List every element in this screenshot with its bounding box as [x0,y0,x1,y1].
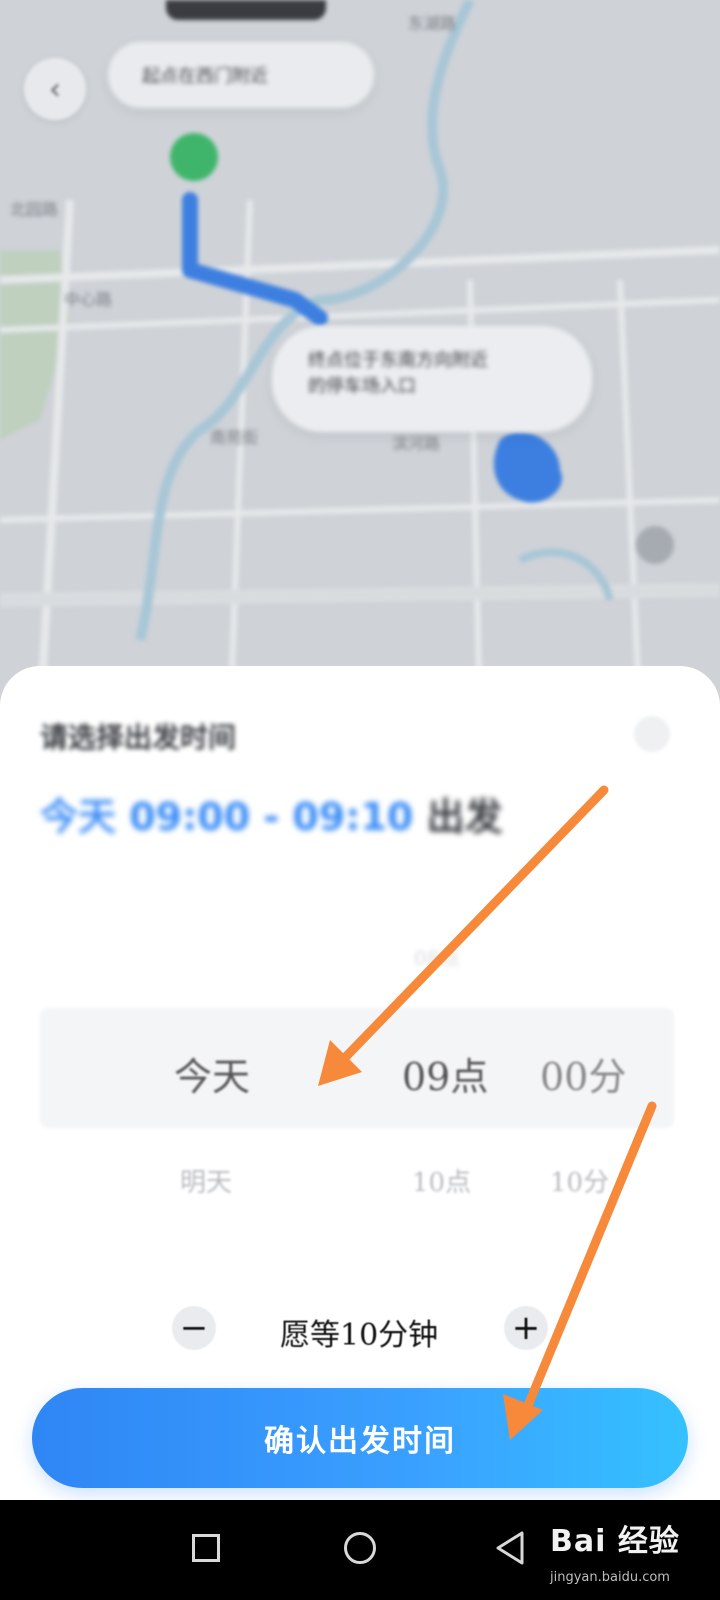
end-location-bubble: 终点位于东南方向附近 的停车场入口 [272,326,592,432]
day-option-selected[interactable]: 今天 [174,1046,250,1101]
wait-time-label: 愿等10分钟 [280,1318,439,1353]
home-icon[interactable] [344,1532,376,1564]
map-place-label: 东湖路 [408,14,457,33]
map-place-label: 中心路 [64,290,113,309]
time-range-suffix: 出发 [426,795,503,839]
hour-option-selected[interactable]: 09点 [402,1046,488,1101]
system-navigation-bar: Bai 经验 jingyan.baidu.com [0,1500,720,1600]
hour-option-next[interactable]: 10点 [412,1162,471,1199]
map-view[interactable]: ‹ 起点在西门附近 终点位于东南方向附近 的停车场入口 北园路 中心路 滨河路 … [0,0,720,720]
hour-option-prev[interactable]: 08点 [414,942,459,971]
selected-time-range: 今天 09:00 - 09:10 出发 [40,786,503,841]
watermark-title: Bai 经验 [550,1524,680,1559]
time-range-value: 今天 09:00 - 09:10 [40,795,414,839]
confirm-departure-button[interactable]: 确认出发时间 [32,1388,688,1488]
back-triangle-icon[interactable] [494,1530,526,1566]
watermark-url: jingyan.baidu.com [550,1570,670,1585]
minute-option-next[interactable]: 10分 [550,1162,609,1199]
start-location-bubble: 起点在西门附近 [108,42,374,108]
end-bubble-line-2: 的停车场入口 [308,376,416,397]
back-button[interactable]: ‹ [24,58,86,120]
minute-option-selected[interactable]: 00分 [540,1046,626,1101]
map-place-label: 南苑街 [210,428,259,447]
decrease-wait-button[interactable]: − [172,1306,216,1350]
map-place-label: 北园路 [10,200,59,219]
close-button[interactable] [634,716,670,752]
sheet-title: 请选择出发时间 [40,721,237,754]
map-locate-button[interactable] [636,526,674,564]
recent-apps-icon[interactable] [192,1534,220,1562]
map-place-label: 滨河路 [392,434,441,453]
status-chip [166,0,326,20]
departure-time-sheet: 请选择出发时间 今天 09:00 - 09:10 出发 08点 今天 09点 0… [0,666,720,1500]
increase-wait-button[interactable]: + [504,1306,548,1350]
baidu-jingyan-watermark: Bai 经验 jingyan.baidu.com [550,1512,720,1594]
end-bubble-line-1: 终点位于东南方向附近 [308,350,488,371]
day-option-next[interactable]: 明天 [180,1162,232,1199]
